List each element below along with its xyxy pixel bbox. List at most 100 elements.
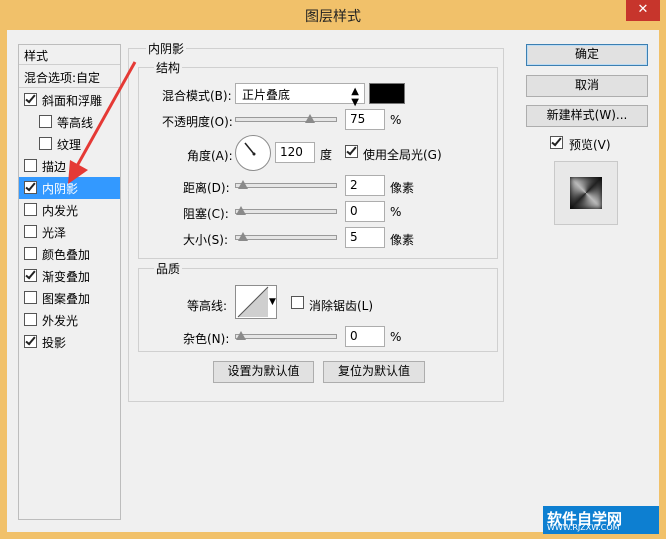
ok-button[interactable]: 确定 (526, 44, 648, 66)
check-icon (25, 268, 36, 280)
style-item-label: 斜面和浮雕 (42, 94, 103, 108)
outer-glow-checkbox[interactable] (24, 313, 37, 326)
distance-slider-thumb[interactable] (238, 180, 248, 189)
style-item-label: 渐变叠加 (42, 270, 91, 284)
size-slider[interactable] (235, 232, 337, 241)
size-label: 大小(S): (183, 233, 229, 247)
dialog-body: 样式 混合选项:自定 斜面和浮雕 等高线 纹理 描边 内阴影 内发光 光泽 颜色… (7, 30, 659, 532)
style-item-contour[interactable]: 等高线 (19, 111, 120, 133)
style-item-color-overlay[interactable]: 颜色叠加 (19, 243, 120, 265)
choke-slider-thumb[interactable] (236, 206, 246, 215)
style-item-drop-shadow[interactable]: 投影 (19, 331, 120, 353)
opacity-slider-thumb[interactable] (305, 114, 315, 123)
anti-alias-checkbox[interactable] (291, 296, 304, 309)
style-item-gradient-overlay[interactable]: 渐变叠加 (19, 265, 120, 287)
contour-checkbox[interactable] (39, 115, 52, 128)
shadow-color-swatch[interactable] (369, 83, 405, 104)
opacity-unit: % (390, 113, 402, 127)
check-icon (25, 92, 36, 104)
check-icon (346, 144, 357, 156)
style-item-satin[interactable]: 光泽 (19, 221, 120, 243)
angle-label: 角度(A): (187, 149, 233, 163)
style-item-label: 投影 (42, 336, 67, 350)
anti-alias-label: 消除锯齿(L) (309, 299, 374, 313)
opacity-input[interactable]: 75 (345, 109, 385, 130)
contour-linear-icon (237, 286, 269, 318)
dialog-title: 图层样式 (305, 9, 361, 25)
drop-shadow-checkbox[interactable] (24, 334, 37, 348)
contour-picker[interactable]: ▼ (235, 285, 277, 319)
satin-checkbox[interactable] (24, 225, 37, 238)
reset-default-button[interactable]: 复位为默认值 (323, 361, 425, 383)
quality-title: 品质 (154, 260, 183, 277)
watermark-logo: 软件自学网 WWW.RJZXW.COM (543, 506, 659, 534)
inner-glow-checkbox[interactable] (24, 203, 37, 216)
global-light-checkbox[interactable] (345, 144, 358, 158)
styles-header[interactable]: 样式 (19, 45, 120, 65)
noise-slider-thumb[interactable] (236, 331, 246, 340)
style-item-texture[interactable]: 纹理 (19, 133, 120, 155)
section-title: 内阴影 (146, 40, 187, 57)
style-item-stroke[interactable]: 描边 (19, 155, 120, 177)
distance-slider[interactable] (235, 180, 337, 189)
noise-input[interactable]: 0 (345, 326, 385, 347)
choke-slider[interactable] (235, 206, 337, 215)
opacity-slider[interactable] (235, 114, 337, 123)
texture-checkbox[interactable] (39, 137, 52, 150)
title-bar[interactable]: 图层样式 ✕ (0, 0, 666, 30)
opacity-label: 不透明度(O): (162, 115, 233, 129)
style-item-outer-glow[interactable]: 外发光 (19, 309, 120, 331)
size-input[interactable]: 5 (345, 227, 385, 248)
style-item-label: 图案叠加 (42, 292, 91, 306)
color-overlay-checkbox[interactable] (24, 247, 37, 260)
noise-slider[interactable] (235, 331, 337, 340)
choke-input[interactable]: 0 (345, 201, 385, 222)
gradient-overlay-checkbox[interactable] (24, 268, 37, 282)
watermark-url: WWW.RJZXW.COM (547, 523, 620, 532)
style-item-inner-shadow[interactable]: 内阴影 (19, 177, 120, 199)
stroke-checkbox[interactable] (24, 159, 37, 172)
check-icon (25, 334, 36, 346)
choke-label: 阻塞(C): (183, 207, 229, 221)
style-item-label: 纹理 (57, 138, 82, 152)
size-slider-thumb[interactable] (238, 232, 248, 241)
distance-unit: 像素 (390, 181, 415, 195)
dropdown-arrow-icon[interactable]: ▼ (269, 297, 276, 307)
style-item-label: 颜色叠加 (42, 248, 91, 262)
preview-label: 预览(V) (569, 138, 611, 152)
noise-label: 杂色(N): (183, 332, 230, 346)
check-icon (551, 135, 562, 147)
blend-mode-select[interactable]: 正片叠底 ▲ ▼ (235, 83, 365, 108)
preview-checkbox[interactable] (550, 135, 563, 149)
angle-input[interactable]: 120 (275, 142, 315, 163)
distance-input[interactable]: 2 (345, 175, 385, 196)
check-icon (25, 180, 36, 192)
style-item-bevel-emboss[interactable]: 斜面和浮雕 (19, 89, 120, 111)
preview-swatch (570, 177, 602, 209)
global-light-label: 使用全局光(G) (363, 148, 442, 162)
style-item-inner-glow[interactable]: 内发光 (19, 199, 120, 221)
styles-list: 样式 混合选项:自定 斜面和浮雕 等高线 纹理 描边 内阴影 内发光 光泽 颜色… (18, 44, 121, 520)
new-style-button[interactable]: 新建样式(W)... (526, 105, 648, 127)
bevel-emboss-checkbox[interactable] (24, 92, 37, 106)
style-item-pattern-overlay[interactable]: 图案叠加 (19, 287, 120, 309)
close-button[interactable]: ✕ (626, 0, 660, 21)
layer-style-dialog: 图层样式 ✕ 样式 混合选项:自定 斜面和浮雕 等高线 纹理 描边 内阴影 内发… (0, 0, 666, 539)
inner-shadow-checkbox[interactable] (24, 180, 37, 194)
style-item-label: 内阴影 (42, 182, 79, 196)
angle-needle-icon (244, 142, 256, 156)
style-item-label: 描边 (42, 160, 67, 174)
contour-label: 等高线: (187, 299, 228, 313)
make-default-button[interactable]: 设置为默认值 (213, 361, 314, 383)
cancel-button[interactable]: 取消 (526, 75, 648, 97)
angle-unit: 度 (320, 148, 333, 162)
distance-label: 距离(D): (183, 181, 230, 195)
style-item-label: 内发光 (42, 204, 79, 218)
pattern-overlay-checkbox[interactable] (24, 291, 37, 304)
style-item-label: 光泽 (42, 226, 67, 240)
style-item-label: 外发光 (42, 314, 79, 328)
angle-dial[interactable] (235, 135, 271, 171)
select-arrows-icon: ▲ ▼ (351, 86, 359, 108)
style-item-label: 等高线 (57, 116, 94, 130)
blending-options-item[interactable]: 混合选项:自定 (19, 66, 120, 88)
